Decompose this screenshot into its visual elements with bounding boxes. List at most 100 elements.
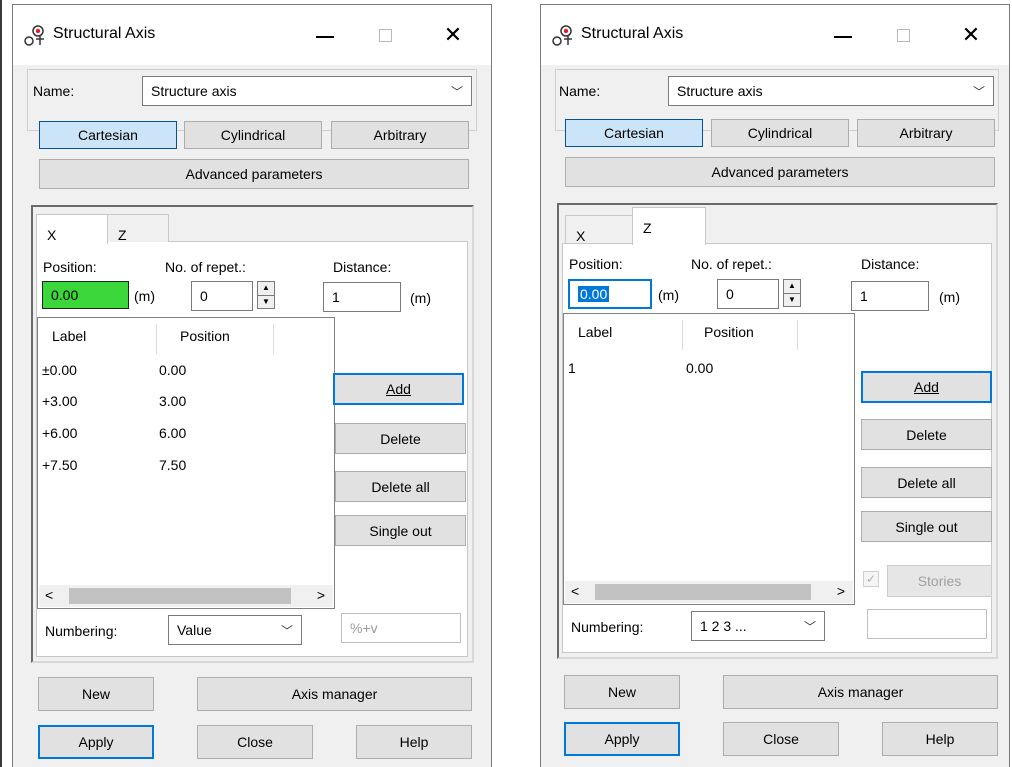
arbitrary-button[interactable]: Arbitrary [331, 121, 469, 149]
help-label: Help [925, 731, 955, 747]
help-button[interactable]: Help [882, 722, 998, 756]
minimize-icon [834, 36, 852, 38]
delete-all-button[interactable]: Delete all [861, 467, 992, 498]
delete-all-button[interactable]: Delete all [335, 471, 466, 502]
stories-button[interactable]: Stories [887, 565, 992, 597]
minimize-button[interactable] [823, 17, 863, 53]
axis-manager-label: Axis manager [817, 684, 904, 700]
arbitrary-button[interactable]: Arbitrary [857, 119, 995, 147]
apply-button[interactable]: Apply [38, 725, 154, 759]
position-unit: (m) [134, 288, 155, 304]
row-label: +3.00 [42, 393, 78, 409]
cylindrical-button[interactable]: Cylindrical [711, 119, 849, 147]
repetitions-value: 0 [726, 286, 734, 302]
minimize-button[interactable] [305, 17, 345, 53]
tab-z-label: Z [118, 227, 127, 243]
advanced-parameters-button[interactable]: Advanced parameters [565, 157, 995, 187]
distance-unit: (m) [410, 290, 431, 306]
cartesian-button[interactable]: Cartesian [565, 119, 703, 147]
close-button[interactable]: Close [197, 725, 313, 759]
distance-unit: (m) [939, 289, 960, 305]
tab-x[interactable]: X [36, 214, 108, 244]
tab-z[interactable]: Z [107, 214, 169, 243]
background-window-edge [0, 0, 2, 767]
distance-input[interactable]: 1 [323, 282, 401, 312]
spin-up-icon[interactable]: ▲ [258, 282, 274, 296]
row-label: +7.50 [42, 457, 78, 473]
repetitions-value: 0 [200, 288, 208, 304]
scrollbar-thumb[interactable] [595, 584, 811, 600]
name-select-value: Structure axis [151, 83, 237, 99]
spin-down-icon[interactable]: ▼ [784, 294, 800, 307]
add-button[interactable]: Add [333, 373, 464, 405]
distance-input[interactable]: 1 [851, 281, 929, 311]
stories-checkbox[interactable]: ✓ [863, 571, 879, 587]
scroll-right-icon[interactable]: > [317, 587, 325, 603]
cartesian-button[interactable]: Cartesian [39, 121, 177, 149]
position-label: Position: [569, 256, 623, 272]
window-title: Structural Axis [53, 25, 156, 42]
help-button[interactable]: Help [356, 725, 472, 759]
structural-axis-app-icon [552, 25, 572, 46]
close-button[interactable]: Close [723, 722, 839, 756]
position-input[interactable]: 0.00 [42, 281, 129, 309]
horizontal-scrollbar[interactable]: < > [39, 585, 333, 607]
numbering-select-value: 1 2 3 ... [700, 618, 747, 634]
spin-up-icon[interactable]: ▲ [784, 280, 800, 294]
numbering-select[interactable]: 1 2 3 ... ﹀ [691, 611, 825, 641]
numbering-select[interactable]: Value ﹀ [168, 615, 302, 645]
column-divider [273, 324, 274, 354]
title-bar[interactable]: Structural Axis ✕ [13, 5, 491, 65]
single-out-label: Single out [369, 522, 432, 539]
advanced-parameters-button[interactable]: Advanced parameters [39, 159, 469, 189]
single-out-button[interactable]: Single out [335, 515, 466, 546]
delete-label: Delete [380, 430, 421, 447]
new-button[interactable]: New [564, 675, 680, 709]
repetitions-spinner[interactable]: ▲ ▼ [783, 279, 801, 307]
horizontal-scrollbar[interactable]: < > [565, 581, 853, 603]
numbering-format-input[interactable]: %+v [341, 613, 461, 643]
title-bar[interactable]: Structural Axis ✕ [541, 5, 1009, 65]
close-window-button[interactable]: ✕ [433, 17, 473, 53]
axis-list[interactable]: Label Position ±0.00 0.00 +3.00 3.00 +6.… [37, 317, 335, 609]
close-window-button[interactable]: ✕ [951, 17, 991, 53]
position-input[interactable]: 0.00 [568, 279, 652, 309]
maximize-button[interactable] [883, 17, 923, 53]
tab-z[interactable]: Z [632, 207, 706, 245]
repetitions-spinner[interactable]: ▲ ▼ [257, 281, 275, 309]
add-button[interactable]: Add [861, 371, 992, 403]
numbering-format-input[interactable] [867, 609, 987, 639]
column-divider [682, 320, 683, 350]
maximize-button[interactable] [365, 17, 405, 53]
scroll-left-icon[interactable]: < [571, 583, 579, 599]
distance-value: 1 [860, 288, 868, 304]
scrollbar-thumb[interactable] [69, 588, 291, 604]
repetitions-input[interactable]: 0 [191, 281, 253, 311]
stories-label: Stories [917, 573, 962, 589]
numbering-label: Numbering: [45, 623, 118, 639]
name-select[interactable]: Structure axis ﹀ [142, 76, 472, 106]
new-button[interactable]: New [38, 677, 154, 711]
name-select[interactable]: Structure axis ﹀ [668, 76, 994, 106]
delete-button[interactable]: Delete [335, 423, 466, 454]
scroll-left-icon[interactable]: < [45, 587, 53, 603]
axis-manager-button[interactable]: Axis manager [197, 677, 472, 711]
axis-list[interactable]: Label Position 1 0.00 < > [563, 313, 855, 605]
cylindrical-label: Cylindrical [220, 127, 286, 143]
numbering-label: Numbering: [571, 619, 644, 635]
position-value: 0.00 [578, 286, 610, 302]
position-unit: (m) [658, 287, 679, 303]
delete-button[interactable]: Delete [861, 419, 992, 450]
repetitions-input[interactable]: 0 [717, 279, 779, 309]
arbitrary-label: Arbitrary [373, 127, 427, 143]
single-out-label: Single out [895, 518, 958, 535]
apply-button[interactable]: Apply [564, 722, 680, 756]
axis-manager-button[interactable]: Axis manager [723, 675, 998, 709]
scroll-right-icon[interactable]: > [837, 583, 845, 599]
maximize-icon [896, 28, 910, 42]
single-out-button[interactable]: Single out [861, 511, 992, 542]
cylindrical-button[interactable]: Cylindrical [184, 121, 322, 149]
spin-down-icon[interactable]: ▼ [258, 296, 274, 309]
structural-axis-dialog-z: Structural Axis ✕ Name: Structure axis ﹀… [540, 4, 1010, 767]
tab-x[interactable]: X [565, 215, 633, 244]
